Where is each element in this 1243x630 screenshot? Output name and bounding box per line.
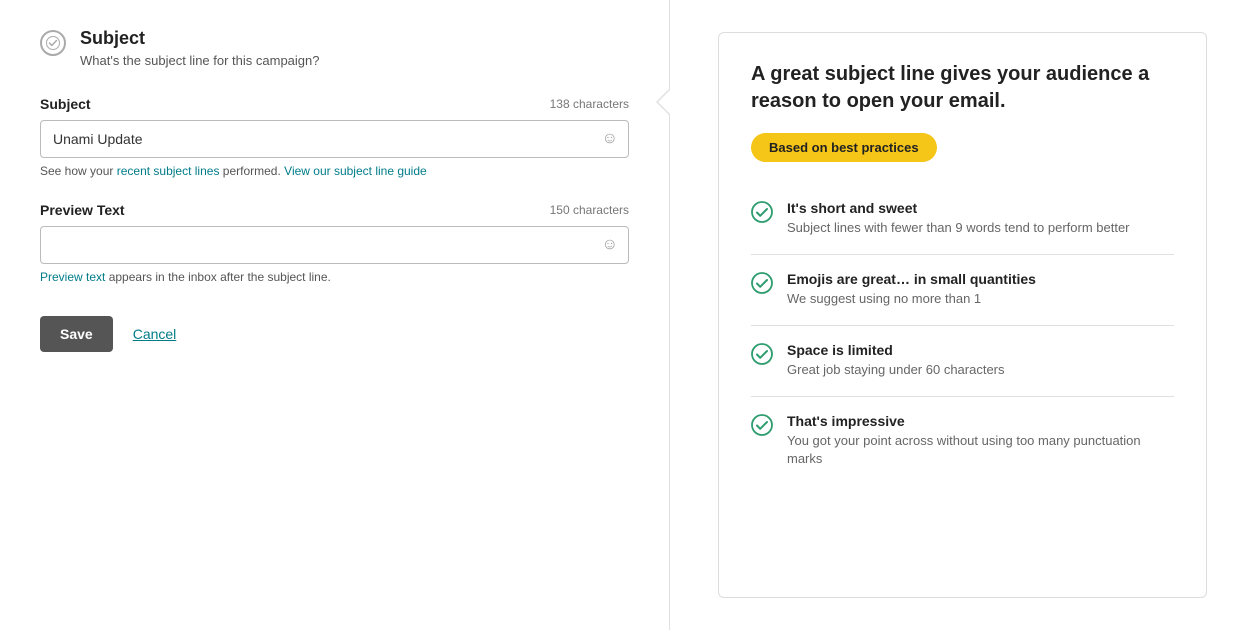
practice-desc-emojis: We suggest using no more than 1 [787,290,1036,309]
subject-field-header: Subject 138 characters [40,96,629,112]
preview-input-wrapper: ☺ [40,226,629,264]
practice-check-icon-short [751,201,773,226]
section-subtitle: What's the subject line for this campaig… [80,53,320,68]
preview-field-header: Preview Text 150 characters [40,202,629,218]
section-check-icon [40,30,66,56]
practice-content-space: Space is limited Great job staying under… [787,342,1005,380]
practice-item-impressive: That's impressive You got your point acr… [751,397,1174,486]
practice-title-impressive: That's impressive [787,413,1174,429]
subject-emoji-icon[interactable]: ☺ [592,130,628,148]
subject-input[interactable] [41,121,592,157]
practice-list: It's short and sweet Subject lines with … [751,184,1174,485]
best-practices-badge: Based on best practices [751,133,937,162]
practice-title-space: Space is limited [787,342,1005,358]
practice-desc-short: Subject lines with fewer than 9 words te… [787,219,1130,238]
practice-check-icon-impressive [751,414,773,439]
section-title: Subject [80,28,320,49]
section-header: Subject What's the subject line for this… [40,28,629,68]
practice-title-short: It's short and sweet [787,200,1130,216]
practice-desc-space: Great job staying under 60 characters [787,361,1005,380]
practice-item-space: Space is limited Great job staying under… [751,326,1174,397]
right-panel-inner: A great subject line gives your audience… [718,32,1207,598]
practice-title-emojis: Emojis are great… in small quantities [787,271,1036,287]
preview-helper-text: Preview text appears in the inbox after … [40,270,629,284]
practice-desc-impressive: You got your point across without using … [787,432,1174,470]
left-panel: Subject What's the subject line for this… [0,0,670,630]
preview-emoji-icon[interactable]: ☺ [592,236,628,254]
practice-content-emojis: Emojis are great… in small quantities We… [787,271,1036,309]
subject-char-count: 138 characters [550,97,629,111]
subject-line-guide-link[interactable]: View our subject line guide [284,164,427,178]
practice-check-icon-emojis [751,272,773,297]
preview-text-link[interactable]: Preview text [40,270,105,284]
subject-helper-text: See how your recent subject lines perfor… [40,164,629,178]
panel-intro: A great subject line gives your audience… [751,61,1174,115]
section-title-group: Subject What's the subject line for this… [80,28,320,68]
recent-subject-lines-link[interactable]: recent subject lines [117,164,220,178]
right-panel: A great subject line gives your audience… [670,0,1243,630]
subject-input-wrapper: ☺ [40,120,629,158]
preview-text-field-group: Preview Text 150 characters ☺ Preview te… [40,202,629,284]
practice-content-impressive: That's impressive You got your point acr… [787,413,1174,470]
practice-check-icon-space [751,343,773,368]
practice-content-short: It's short and sweet Subject lines with … [787,200,1130,238]
preview-char-count: 150 characters [550,203,629,217]
preview-label: Preview Text [40,202,125,218]
cancel-button[interactable]: Cancel [133,326,177,342]
subject-field-group: Subject 138 characters ☺ See how your re… [40,96,629,178]
save-button[interactable]: Save [40,316,113,352]
subject-label: Subject [40,96,91,112]
practice-item-short: It's short and sweet Subject lines with … [751,184,1174,255]
practice-item-emojis: Emojis are great… in small quantities We… [751,255,1174,326]
preview-input[interactable] [41,227,592,263]
actions-group: Save Cancel [40,316,629,352]
